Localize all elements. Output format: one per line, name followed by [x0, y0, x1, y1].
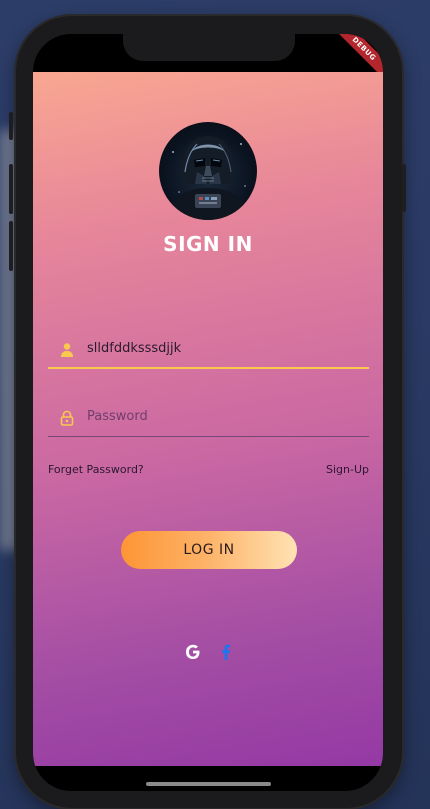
volume-down-button: [9, 221, 13, 271]
mute-switch: [9, 112, 13, 140]
facebook-icon[interactable]: [216, 642, 236, 662]
username-input[interactable]: slldfddksssdjjk: [87, 341, 181, 356]
username-field[interactable]: slldfddksssdjjk: [48, 331, 369, 369]
login-button[interactable]: LOG IN: [121, 531, 297, 569]
home-indicator: [146, 782, 271, 786]
page-title: SIGN IN: [163, 232, 253, 256]
google-icon[interactable]: [183, 642, 203, 662]
phone-screen: DEBUG SIGN IN slldfddksssdjjk Password F…: [33, 34, 383, 791]
power-button: [402, 164, 406, 212]
avatar-image: [159, 122, 257, 220]
auth-links-row: Forget Password? Sign-Up: [48, 463, 369, 476]
password-input[interactable]: Password: [87, 409, 148, 424]
phone-notch: [123, 34, 295, 61]
login-screen: SIGN IN slldfddksssdjjk Password Forget …: [33, 72, 383, 766]
person-icon: [59, 342, 75, 358]
forgot-password-link[interactable]: Forget Password?: [48, 463, 144, 476]
password-underline: [48, 436, 369, 437]
username-underline: [48, 367, 369, 369]
password-field[interactable]: Password: [48, 399, 369, 437]
volume-up-button: [9, 164, 13, 214]
lock-icon: [59, 410, 75, 426]
sign-up-link[interactable]: Sign-Up: [326, 463, 369, 476]
